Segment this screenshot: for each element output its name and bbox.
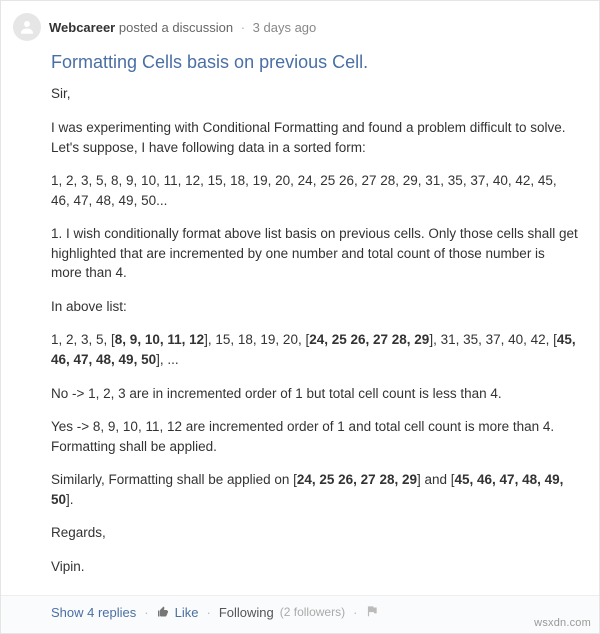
discussion-post: Webcareer posted a discussion · 3 days a… — [0, 0, 600, 634]
text-run: ], ... — [156, 352, 179, 367]
post-actions: Show 4 replies · Like · Following (2 fol… — [1, 595, 599, 633]
paragraph: I was experimenting with Conditional For… — [51, 118, 579, 157]
paragraph: Yes -> 8, 9, 10, 11, 12 are incremented … — [51, 417, 579, 456]
user-icon — [18, 18, 36, 36]
bold-run: 8, 9, 10, 11, 12 — [115, 332, 204, 347]
bold-run: 24, 25 26, 27 28, 29 — [309, 332, 429, 347]
thumbs-up-icon — [157, 606, 169, 618]
post-time: 3 days ago — [253, 20, 317, 35]
paragraph: Sir, — [51, 84, 579, 104]
like-link[interactable]: Like — [175, 605, 199, 620]
separator-dot: · — [353, 605, 357, 620]
post-action: posted a discussion — [119, 20, 233, 35]
flag-icon[interactable] — [365, 604, 379, 621]
text-run: 1, 2, 3, 5, [ — [51, 332, 115, 347]
following-label[interactable]: Following — [219, 605, 274, 620]
text-run: ], 31, 35, 37, 40, 42, [ — [429, 332, 557, 347]
separator-dot: · — [241, 20, 245, 35]
text-run: ] and [ — [417, 472, 455, 487]
avatar[interactable] — [13, 13, 41, 41]
author-name[interactable]: Webcareer — [49, 20, 115, 35]
text-run: ]. — [66, 492, 74, 507]
show-replies-link[interactable]: Show 4 replies — [51, 605, 136, 620]
separator-dot: · — [144, 605, 148, 620]
paragraph: Similarly, Formatting shall be applied o… — [51, 470, 579, 509]
paragraph: 1. I wish conditionally format above lis… — [51, 224, 579, 283]
separator-dot: · — [206, 605, 210, 620]
paragraph: Regards, — [51, 523, 579, 543]
paragraph: 1, 2, 3, 5, 8, 9, 10, 11, 12, 15, 18, 19… — [51, 171, 579, 210]
paragraph: Vipin. — [51, 557, 579, 577]
paragraph: In above list: — [51, 297, 579, 317]
post-byline: Webcareer posted a discussion · 3 days a… — [49, 20, 316, 35]
followers-count: (2 followers) — [280, 605, 345, 619]
text-run: Similarly, Formatting shall be applied o… — [51, 472, 297, 487]
paragraph: 1, 2, 3, 5, [8, 9, 10, 11, 12], 15, 18, … — [51, 330, 579, 369]
post-header: Webcareer posted a discussion · 3 days a… — [1, 13, 599, 47]
bold-run: 24, 25 26, 27 28, 29 — [297, 472, 417, 487]
post-title[interactable]: Formatting Cells basis on previous Cell. — [51, 51, 579, 74]
watermark: wsxdn.com — [534, 617, 591, 629]
post-body: Formatting Cells basis on previous Cell.… — [1, 47, 599, 595]
text-run: ], 15, 18, 19, 20, [ — [204, 332, 309, 347]
paragraph: No -> 1, 2, 3 are in incremented order o… — [51, 384, 579, 404]
